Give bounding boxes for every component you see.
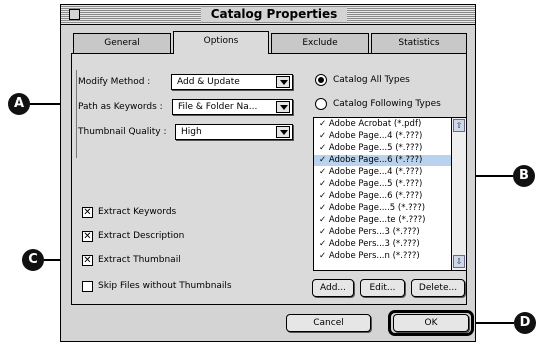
window-title: Catalog Properties <box>210 7 338 21</box>
path-as-keywords-popup[interactable]: File & Folder Na... <box>172 99 293 115</box>
list-item[interactable]: ✓ Adobe Acrobat (*.pdf) <box>314 119 451 130</box>
list-item-selected[interactable]: ✓ Adobe Page...6 (*.???) <box>314 155 451 166</box>
list-item[interactable]: ✓ Adobe Page...te (*.???) <box>314 215 451 226</box>
checkmark-icon: ✕ <box>83 255 92 266</box>
list-item[interactable]: ✓ Adobe Pers...3 (*.???) <box>314 227 451 238</box>
catalog-properties-dialog: Catalog Properties General Options Exclu… <box>60 4 476 342</box>
path-as-keywords-label: Path as Keywords : <box>78 102 163 112</box>
vertical-divider <box>76 70 77 158</box>
extract-description-checkbox[interactable]: ✕ <box>82 231 93 242</box>
file-types-list[interactable]: ✓ Adobe Acrobat (*.pdf) ✓ Adobe Page...4… <box>313 117 467 271</box>
callout-a: A <box>8 93 30 115</box>
modify-method-label: Modify Method : <box>78 77 151 87</box>
list-item[interactable]: ✓ Adobe Page...6 (*.???) <box>314 191 451 202</box>
path-as-keywords-value: File & Folder Na... <box>178 102 258 112</box>
title-wrap: Catalog Properties <box>201 7 347 22</box>
list-item[interactable]: ✓ Adobe Page...5 (*.???) <box>314 143 451 154</box>
tab-statistics[interactable]: Statistics <box>371 33 467 54</box>
list-item[interactable]: ✓ Adobe Page...4 (*.???) <box>314 167 451 178</box>
catalog-following-types-label[interactable]: Catalog Following Types <box>333 99 441 109</box>
checkmark-icon: ✕ <box>83 231 92 242</box>
callout-c: C <box>22 249 44 271</box>
chevron-down-icon <box>276 76 290 88</box>
title-bar[interactable]: Catalog Properties <box>61 5 475 25</box>
checkmark-icon: ✕ <box>83 207 92 218</box>
thumbnail-quality-popup[interactable]: High <box>175 124 293 140</box>
radio-selected-dot <box>318 77 324 83</box>
close-box[interactable] <box>69 9 80 20</box>
extract-thumbnail-checkbox[interactable]: ✕ <box>82 255 93 266</box>
edit-button[interactable]: Edit... <box>360 279 405 297</box>
list-item[interactable]: ✓ Adobe Page....5 (*.???) <box>314 203 451 214</box>
delete-button[interactable]: Delete... <box>411 279 465 297</box>
chevron-down-icon <box>276 101 290 113</box>
list-item[interactable]: ✓ Adobe Page...5 (*.???) <box>314 179 451 190</box>
catalog-all-types-label[interactable]: Catalog All Types <box>333 75 410 85</box>
callout-d-line <box>474 322 514 324</box>
catalog-all-types-radio[interactable] <box>315 74 327 86</box>
tab-options[interactable]: Options <box>173 31 269 54</box>
modify-method-popup[interactable]: Add & Update <box>171 74 293 90</box>
ok-button[interactable]: OK <box>393 314 469 332</box>
extract-description-label[interactable]: Extract Description <box>98 231 184 241</box>
list-scrollbar[interactable]: ⇧ ⇩ <box>451 118 466 270</box>
extract-keywords-label[interactable]: Extract Keywords <box>98 207 176 217</box>
scroll-down-icon[interactable]: ⇩ <box>453 255 465 268</box>
callout-d: D <box>514 312 536 334</box>
list-item[interactable]: ✓ Adobe Pers...n (*.???) <box>314 251 451 262</box>
chevron-down-icon <box>276 126 290 138</box>
skip-files-checkbox[interactable] <box>82 281 93 292</box>
skip-files-label[interactable]: Skip Files without Thumbnails <box>98 281 232 291</box>
cancel-button[interactable]: Cancel <box>286 314 371 332</box>
thumbnail-quality-value: High <box>181 127 202 137</box>
list-item[interactable]: ✓ Adobe Page...4 (*.???) <box>314 131 451 142</box>
extract-keywords-checkbox[interactable]: ✕ <box>82 207 93 218</box>
list-item[interactable]: ✓ Adobe Pers...3 (*.???) <box>314 239 451 250</box>
scroll-up-icon[interactable]: ⇧ <box>453 119 465 132</box>
thumbnail-quality-label: Thumbnail Quality : <box>78 127 167 137</box>
tab-general[interactable]: General <box>73 33 171 54</box>
tab-exclude[interactable]: Exclude <box>271 33 369 54</box>
extract-thumbnail-label[interactable]: Extract Thumbnail <box>98 255 181 265</box>
callout-b: B <box>513 165 535 187</box>
modify-method-value: Add & Update <box>177 77 240 87</box>
catalog-following-types-radio[interactable] <box>315 98 327 110</box>
add-button[interactable]: Add... <box>312 279 354 297</box>
